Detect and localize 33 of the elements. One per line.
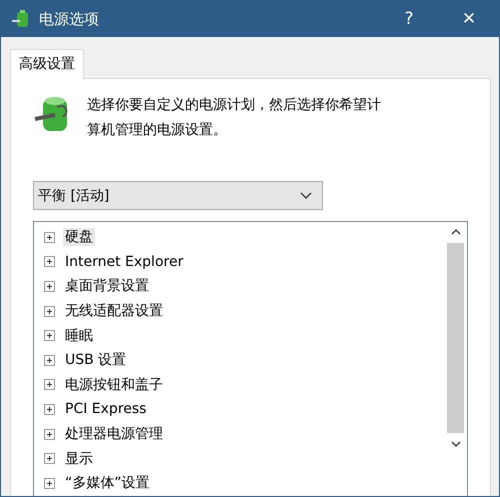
expand-icon[interactable] (44, 330, 55, 342)
chevron-down-icon (300, 192, 312, 200)
expand-icon[interactable] (44, 232, 55, 243)
expand-icon[interactable] (44, 404, 55, 415)
tree-item[interactable]: “多媒体”设置 (63, 474, 152, 492)
battery-plug-icon (11, 9, 31, 29)
expand-icon[interactable] (44, 306, 55, 317)
tab[interactable]: 高级设置 (10, 49, 84, 79)
help-button[interactable]: ? (379, 1, 439, 37)
tree-item[interactable]: 桌面背景设置 (63, 277, 151, 296)
tree-item[interactable]: 无线适配器设置 (63, 302, 165, 320)
tree-item[interactable]: 电源按钮和盖子 (63, 376, 165, 394)
tree-item[interactable]: Internet Explorer (63, 254, 186, 270)
tree-item[interactable]: 硬盘 (63, 228, 95, 246)
window-title: 电源选项 (39, 10, 100, 28)
scroll-down-icon[interactable] (450, 441, 460, 448)
expand-icon[interactable] (44, 256, 55, 268)
tree-item[interactable]: 显示 (63, 450, 95, 468)
scroll-up-icon[interactable] (450, 228, 460, 235)
tree-item[interactable]: PCI Express (63, 401, 148, 418)
plan-dropdown[interactable]: 平衡 [活动] (33, 181, 323, 210)
tree-item[interactable]: 睡眠 (63, 326, 95, 345)
tree-item[interactable]: USB 设置 (63, 351, 128, 370)
expand-icon[interactable] (44, 354, 55, 366)
expand-icon[interactable] (44, 478, 55, 489)
close-button[interactable]: ✕ (439, 1, 499, 37)
expand-icon[interactable] (44, 379, 55, 390)
scrollbar-thumb[interactable] (447, 243, 464, 433)
expand-icon[interactable] (44, 280, 55, 292)
expand-icon[interactable] (44, 453, 55, 464)
expand-icon[interactable] (44, 428, 55, 440)
description-text: 选择你要自定义的电源计划，然后选择你希望计算机管理的电源设置。 (87, 96, 382, 140)
tree-item[interactable]: 处理器电源管理 (63, 425, 165, 444)
